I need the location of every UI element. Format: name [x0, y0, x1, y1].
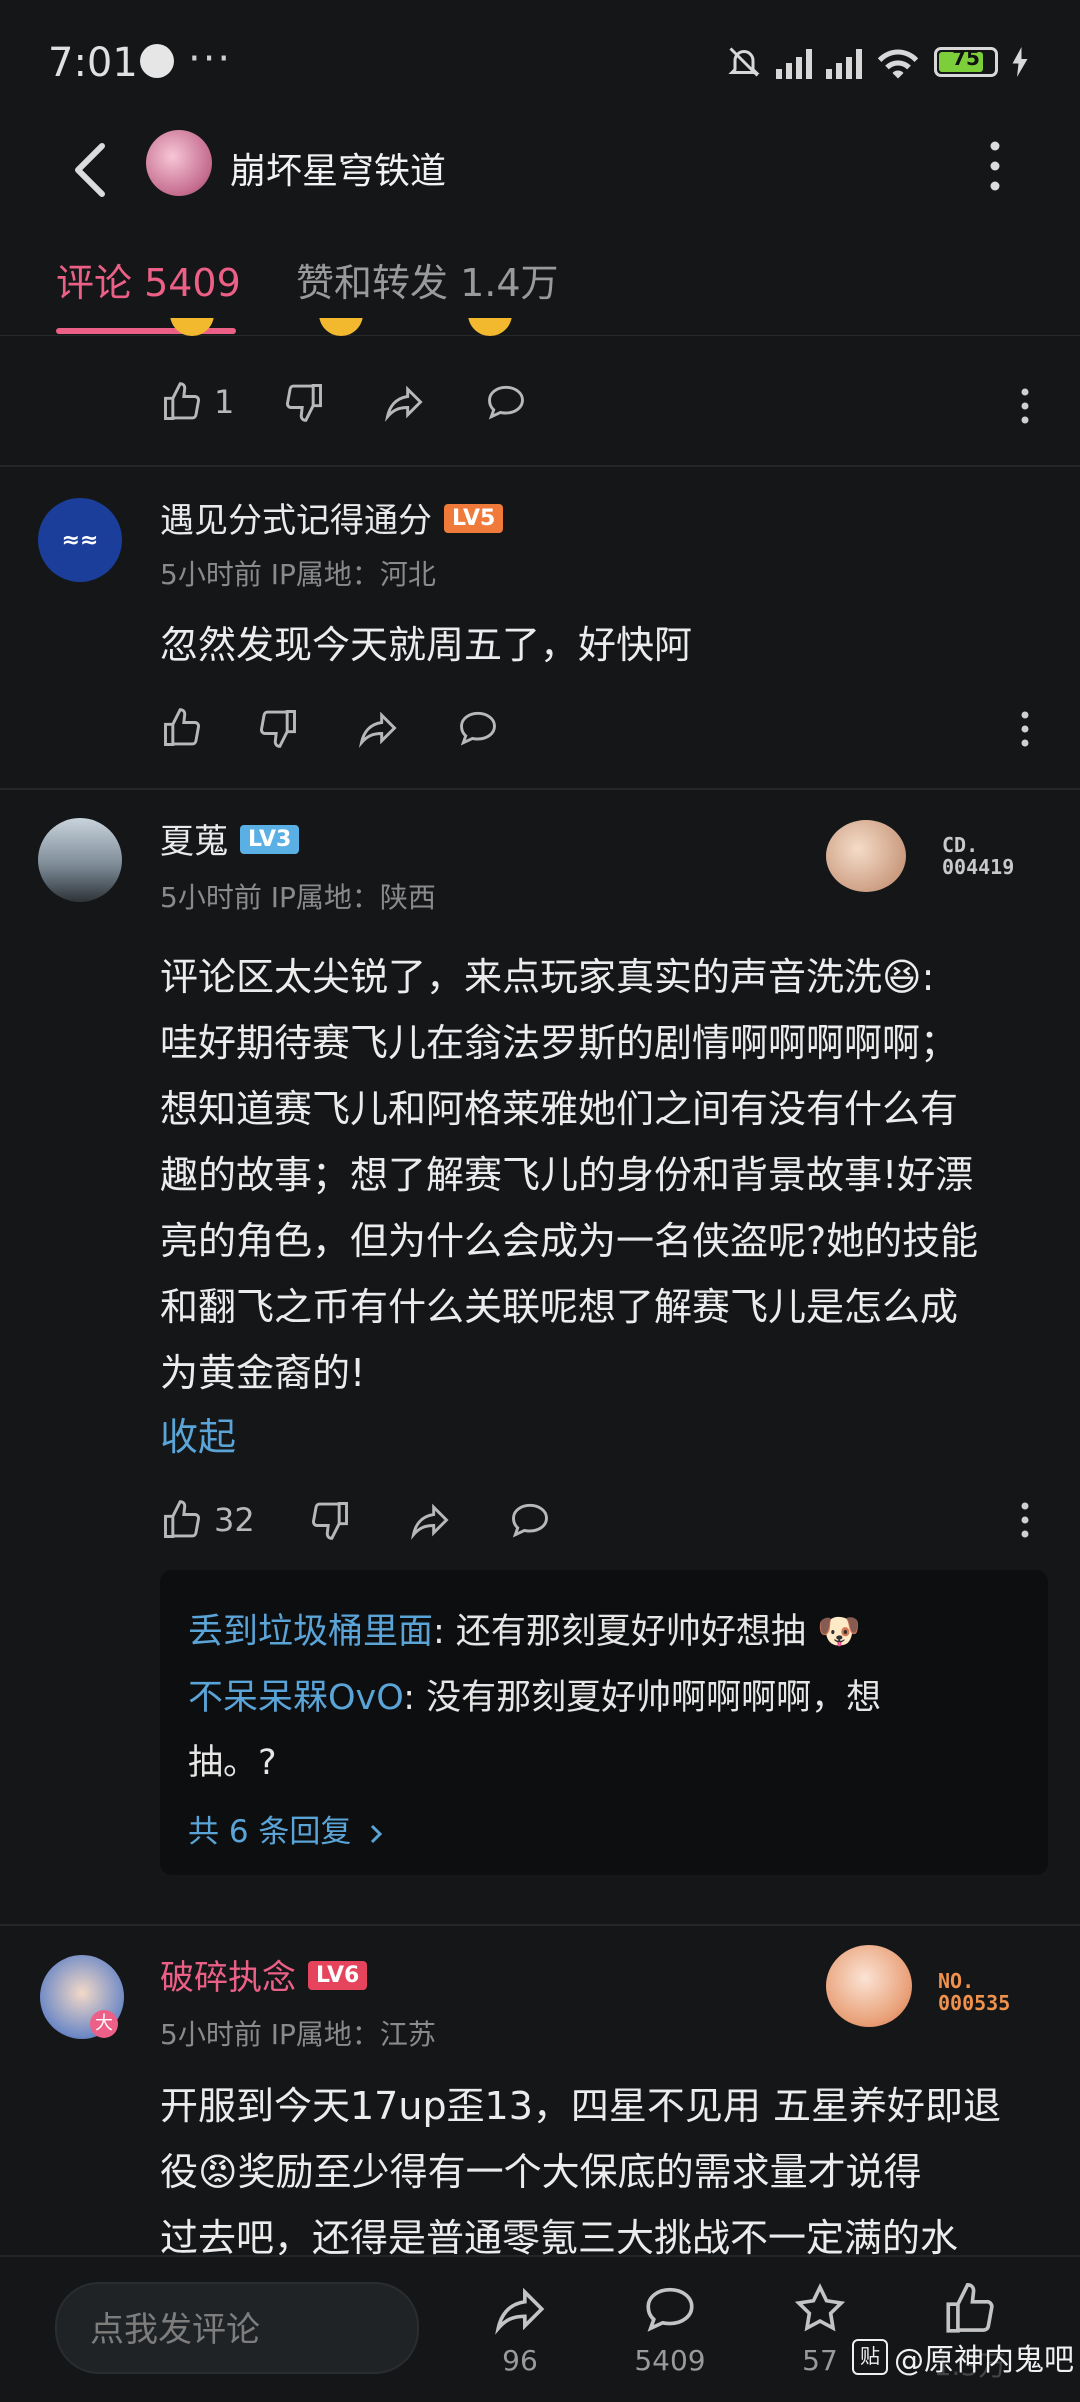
comment-meta: 5小时前 IP属地：陕西 — [160, 881, 436, 914]
comment-count: 5409 — [634, 2344, 706, 2377]
comment-text: 评论区太尖锐了，来点玩家真实的声音洗洗😆: 哇好期待赛飞儿在翁法罗斯的剧情啊啊啊… — [160, 955, 979, 1395]
comment-meta: 5小时前 IP属地：江苏 — [160, 2018, 436, 2051]
thumbs-down-icon — [260, 710, 296, 748]
comment-text: 开服到今天17up歪13，四星不见用 五星养好即退 役😡奖励至少得有一个大保底的… — [160, 2084, 1001, 2255]
share-icon — [384, 385, 423, 422]
share-count: 96 — [502, 2344, 538, 2377]
reply-button[interactable] — [456, 706, 500, 750]
level-badge: LV5 — [444, 504, 504, 533]
doge-emoji: 🐶 — [817, 1612, 861, 1652]
fan-card-avatar — [826, 820, 906, 892]
thumbs-up-icon — [946, 2283, 994, 2333]
tieba-logo-icon: 贴 — [852, 2339, 888, 2375]
thumbs-up-icon — [164, 382, 200, 420]
status-icons: 75 — [726, 44, 1028, 80]
share-action[interactable]: 96 — [460, 2280, 580, 2377]
charging-icon — [1012, 47, 1028, 77]
page-title: 崩坏星穹铁道 — [230, 151, 447, 192]
comment-more-icon[interactable] — [1015, 709, 1035, 749]
like-button[interactable]: 32 — [160, 1498, 255, 1542]
wifi-icon — [877, 49, 919, 79]
reply-item[interactable]: 丢到垃圾桶里面: 还有那刻夏好帅好想抽 🐶 — [188, 1600, 861, 1665]
comment-text: 忽然发现今天就周五了，好快阿 — [160, 623, 693, 667]
comment-more-icon[interactable] — [1015, 386, 1035, 426]
signal-1-icon — [776, 45, 812, 79]
username[interactable]: 遇见分式记得通分 LV5 — [160, 493, 504, 542]
divider — [0, 465, 1080, 467]
status-bar: 7:01 ··· 75 — [0, 0, 1080, 125]
battery-icon: 75 — [934, 46, 998, 77]
share-icon — [410, 1503, 449, 1540]
divider — [0, 1924, 1080, 1926]
tab-comments[interactable]: 评论 5409 — [56, 252, 241, 307]
dislike-button[interactable] — [256, 706, 300, 750]
mute-bell-icon — [728, 47, 760, 77]
reply-username[interactable]: 不呆呆槑OvO — [188, 1678, 403, 1718]
fan-card-avatar — [826, 1945, 912, 2027]
reply-username[interactable]: 丢到垃圾桶里面 — [188, 1612, 433, 1652]
status-more: ··· — [188, 36, 233, 82]
comment-bubble-icon — [512, 1503, 548, 1538]
share-button[interactable] — [382, 380, 426, 424]
chevron-right-icon — [371, 1824, 383, 1843]
reply-button[interactable] — [508, 1498, 552, 1542]
dislike-button[interactable] — [282, 380, 326, 424]
like-button[interactable] — [160, 706, 204, 750]
vip-badge: 大 — [90, 2010, 118, 2038]
game-avatar[interactable] — [146, 130, 212, 196]
star-icon — [794, 2283, 846, 2332]
level-badge: LV3 — [240, 825, 300, 854]
avatar[interactable] — [38, 818, 122, 902]
share-icon — [495, 2287, 545, 2335]
like-count: 32 — [214, 1501, 255, 1539]
fan-card-number: CD. 004419 — [942, 833, 1015, 879]
share-button[interactable] — [408, 1498, 452, 1542]
thumbs-down-icon — [312, 1502, 348, 1540]
angry-emoji: 😡 — [198, 2150, 238, 2194]
watermark: 贴 @原神内鬼吧 — [852, 2335, 1074, 2379]
tab-likes-reposts[interactable]: 赞和转发 1.4万 — [296, 252, 559, 307]
partial-emoji-row — [170, 318, 550, 338]
collapse-link[interactable]: 收起 — [160, 1404, 236, 1470]
back-icon[interactable] — [60, 130, 120, 210]
avatar[interactable]: ≈≈ — [38, 498, 122, 582]
thumbs-up-icon — [164, 708, 200, 746]
comment-action[interactable]: 5409 — [610, 2280, 730, 2377]
share-icon — [358, 711, 397, 748]
divider — [0, 788, 1080, 790]
comment-bubble-icon — [646, 2287, 694, 2332]
share-button[interactable] — [356, 706, 400, 750]
status-time: 7:01 — [48, 40, 138, 86]
favorite-count: 57 — [802, 2344, 838, 2377]
more-options-icon[interactable] — [980, 138, 1010, 194]
reply-item[interactable]: 不呆呆槑OvO: 没有那刻夏好帅啊啊啊啊，想 抽。? — [188, 1666, 1028, 1796]
like-button[interactable]: 1 — [160, 380, 234, 424]
dislike-button[interactable] — [308, 1498, 352, 1542]
app-notification-icon — [140, 44, 174, 78]
comment-meta: 5小时前 IP属地：河北 — [160, 558, 436, 591]
comment-more-icon[interactable] — [1015, 1500, 1035, 1540]
view-all-replies-link[interactable]: 共 6 条回复 — [188, 1806, 385, 1851]
comment-bubble-icon — [460, 711, 496, 746]
thumbs-up-icon — [164, 1500, 200, 1538]
thumbs-down-icon — [286, 384, 322, 422]
like-count: 1 — [214, 383, 235, 421]
reply-button[interactable] — [484, 380, 528, 424]
laughing-emoji: 😆 — [882, 955, 922, 999]
comment-bubble-icon — [488, 385, 524, 420]
signal-2-icon — [826, 45, 862, 79]
username[interactable]: 夏蒐 LV3 — [160, 814, 300, 863]
level-badge: LV6 — [308, 1961, 368, 1990]
comment-input-placeholder[interactable]: 点我发评论 — [90, 2302, 260, 2351]
username[interactable]: 破碎执念 LV6 — [160, 1950, 368, 1999]
fan-card-number: NO. 000535 — [938, 1969, 1011, 2015]
